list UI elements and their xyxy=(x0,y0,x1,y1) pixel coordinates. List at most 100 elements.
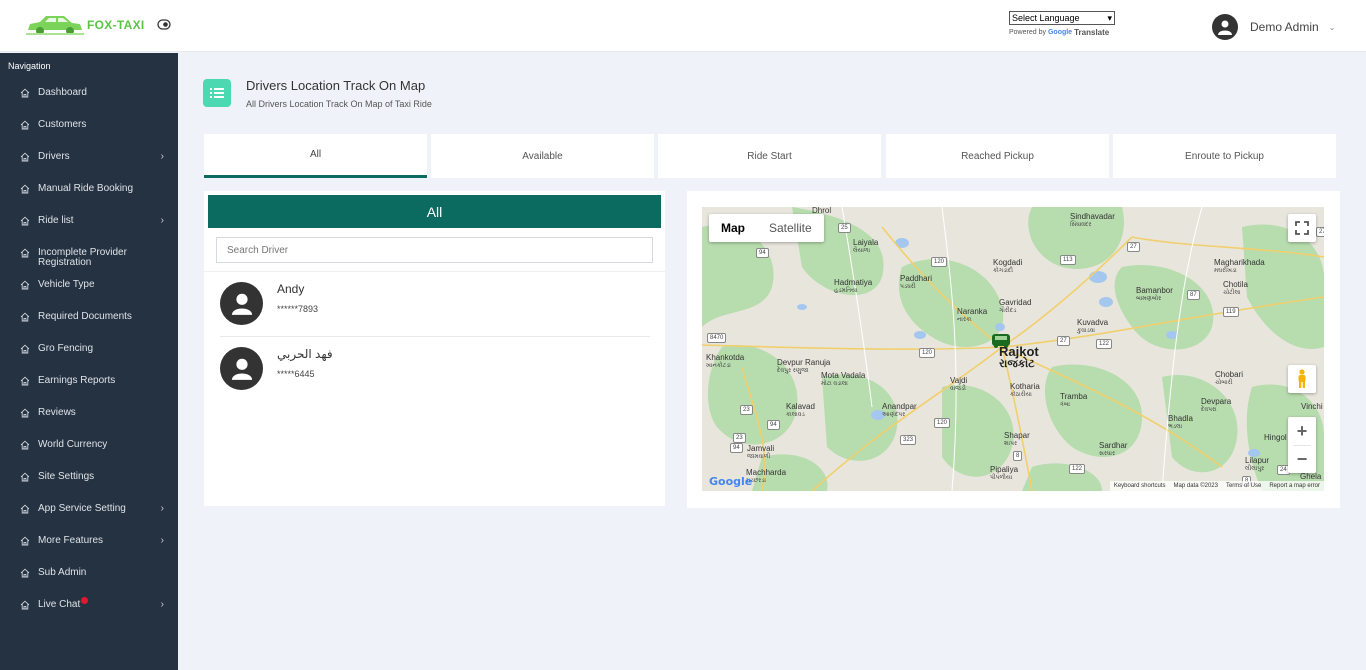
user-menu[interactable]: Demo Admin ⌄ xyxy=(1212,14,1335,40)
sidebar-item-world-currency[interactable]: World Currency xyxy=(0,429,178,461)
user-icon xyxy=(231,293,252,315)
home-icon xyxy=(20,440,30,450)
road-shield: 120 xyxy=(931,257,948,267)
sidebar-item-incomplete-provider-registration[interactable]: Incomplete Provider Registration xyxy=(0,237,178,269)
sidebar-item-label: Required Documents xyxy=(38,311,132,322)
terms-of-use-link[interactable]: Terms of Use xyxy=(1226,483,1261,489)
map-place-label: Chobari ચોબારી xyxy=(1215,370,1244,387)
zoom-in-button[interactable]: + xyxy=(1297,417,1308,445)
driver-list-item[interactable]: فهد الحربي *****6445 xyxy=(220,341,650,405)
map-data-label: Map data ©2023 xyxy=(1173,483,1218,489)
map-place-label: Gavridad ગૌરીદડ xyxy=(999,298,1032,315)
sidebar-item-reviews[interactable]: Reviews xyxy=(0,397,178,429)
sidebar-item-drivers[interactable]: Drivers › xyxy=(0,141,178,173)
sidebar-item-manual-ride-booking[interactable]: Manual Ride Booking xyxy=(0,173,178,205)
driver-name: Andy xyxy=(277,282,305,296)
fullscreen-button[interactable] xyxy=(1288,214,1316,242)
drivers-panel: All Andy ******7893 فهد الحربي *****6445 xyxy=(204,191,665,506)
sidebar-item-label: App Service Setting xyxy=(38,503,126,514)
driver-avatar xyxy=(220,347,263,390)
search-driver-input[interactable] xyxy=(216,237,653,263)
road-shield: 94 xyxy=(756,248,769,258)
notification-dot xyxy=(81,597,89,604)
chevron-right-icon: › xyxy=(160,215,164,226)
road-shield: 87 xyxy=(1187,290,1200,300)
street-view-button[interactable] xyxy=(1288,365,1316,393)
sidebar-toggle-icon[interactable] xyxy=(157,19,171,30)
language-select-label: Select Language xyxy=(1012,13,1080,23)
sidebar-item-earnings-reports[interactable]: Earnings Reports xyxy=(0,365,178,397)
map-type-satellite-button[interactable]: Satellite xyxy=(757,214,824,242)
report-map-error-link[interactable]: Report a map error xyxy=(1269,483,1320,489)
map-place-label: Naranka નારંકા xyxy=(957,307,988,324)
map-place-label: Kuvadva કુવાડવા xyxy=(1077,318,1109,335)
map-place-label: Vajdi વાજડી xyxy=(950,376,968,393)
map-place-label: Hadmatiya હડમતિયા xyxy=(834,278,873,295)
tab-reached-pickup[interactable]: Reached Pickup xyxy=(886,134,1109,178)
map-attribution: Keyboard shortcuts Map data ©2023 Terms … xyxy=(1109,481,1324,491)
sidebar-item-label: More Features xyxy=(38,535,104,546)
road-shield: 120 xyxy=(934,418,951,428)
zoom-control: + − xyxy=(1288,417,1316,473)
sidebar-item-sub-admin[interactable]: Sub Admin xyxy=(0,557,178,589)
zoom-out-button[interactable]: − xyxy=(1297,446,1308,473)
road-shield: 94 xyxy=(730,443,743,453)
keyboard-shortcuts-link[interactable]: Keyboard shortcuts xyxy=(1114,483,1166,489)
chevron-down-icon: ⌄ xyxy=(1328,22,1336,32)
home-icon xyxy=(20,248,30,258)
road-shield: 113 xyxy=(1060,255,1076,265)
driver-phone: ******7893 xyxy=(277,304,319,314)
road-shield: 122 xyxy=(1096,339,1113,349)
sidebar-item-label: Customers xyxy=(38,119,87,130)
chevron-right-icon: › xyxy=(160,503,164,514)
road-shield: 119 xyxy=(1223,307,1239,317)
tab-all[interactable]: All xyxy=(204,134,427,178)
google-logo[interactable]: Google xyxy=(709,475,752,488)
tab-available[interactable]: Available xyxy=(431,134,654,178)
home-icon xyxy=(20,600,30,610)
sidebar-item-customers[interactable]: Customers xyxy=(0,109,178,141)
road-shield: 94 xyxy=(767,420,780,430)
map-place-label: Chotila ચોટીલા xyxy=(1223,280,1248,297)
sidebar-item-live-chat[interactable]: Live Chat › xyxy=(0,589,178,621)
user-name: Demo Admin xyxy=(1250,20,1319,34)
map-type-map-button[interactable]: Map xyxy=(709,214,757,242)
map-place-label: Tramba ત્રંબા xyxy=(1060,392,1088,409)
tab-enroute-to-pickup[interactable]: Enroute to Pickup xyxy=(1113,134,1336,178)
driver-list-item[interactable]: Andy ******7893 xyxy=(220,276,650,340)
driver-map[interactable]: Dhrol Sindhavadar સિંધાવદર Laiyala લૈયાળા … xyxy=(702,207,1324,491)
sidebar-item-gro-fencing[interactable]: Gro Fencing xyxy=(0,333,178,365)
home-icon xyxy=(20,568,30,578)
tab-ride-start[interactable]: Ride Start xyxy=(658,134,881,178)
sidebar-item-label: Ride list xyxy=(38,215,74,226)
driver-name: فهد الحربي xyxy=(277,347,333,361)
sidebar-item-more-features[interactable]: More Features › xyxy=(0,525,178,557)
language-select[interactable]: Select Language ▾ xyxy=(1009,11,1115,25)
sidebar-item-ride-list[interactable]: Ride list › xyxy=(0,205,178,237)
pegman-icon xyxy=(1298,369,1306,388)
google-label: Google xyxy=(1047,29,1073,36)
sidebar-heading: Navigation xyxy=(8,61,51,71)
chevron-right-icon: › xyxy=(160,599,164,610)
sidebar-item-vehicle-type[interactable]: Vehicle Type xyxy=(0,269,178,301)
google-translate-widget: Select Language ▾ Powered by Google Tran… xyxy=(1009,11,1115,37)
sidebar-item-site-settings[interactable]: Site Settings xyxy=(0,461,178,493)
sidebar-item-label: Incomplete Provider Registration xyxy=(38,247,127,268)
sidebar-item-required-documents[interactable]: Required Documents xyxy=(0,301,178,333)
sidebar-item-label: Site Settings xyxy=(38,471,95,482)
driver-avatar xyxy=(220,282,263,325)
home-icon xyxy=(20,536,30,546)
home-icon xyxy=(20,472,30,482)
sidebar-item-dashboard[interactable]: Dashboard xyxy=(0,77,178,109)
road-shield: 27 xyxy=(1127,242,1140,252)
powered-by-google: Powered by Google Translate xyxy=(1009,28,1115,37)
home-icon xyxy=(20,344,30,354)
sidebar-nav: Dashboard Customers Drivers › Manual Ride Bo… xyxy=(0,77,178,621)
sidebar-item-app-service-setting[interactable]: App Service Setting › xyxy=(0,493,178,525)
map-place-label: Bhadla ભડલા xyxy=(1168,414,1193,431)
translate-link[interactable]: Translate xyxy=(1074,28,1109,37)
list-icon xyxy=(203,79,231,107)
brand-logo[interactable]: FOX-TAXI xyxy=(26,13,145,37)
home-icon xyxy=(20,504,30,514)
top-header: FOX-TAXI Select Language ▾ Powered by Go… xyxy=(0,0,1366,52)
